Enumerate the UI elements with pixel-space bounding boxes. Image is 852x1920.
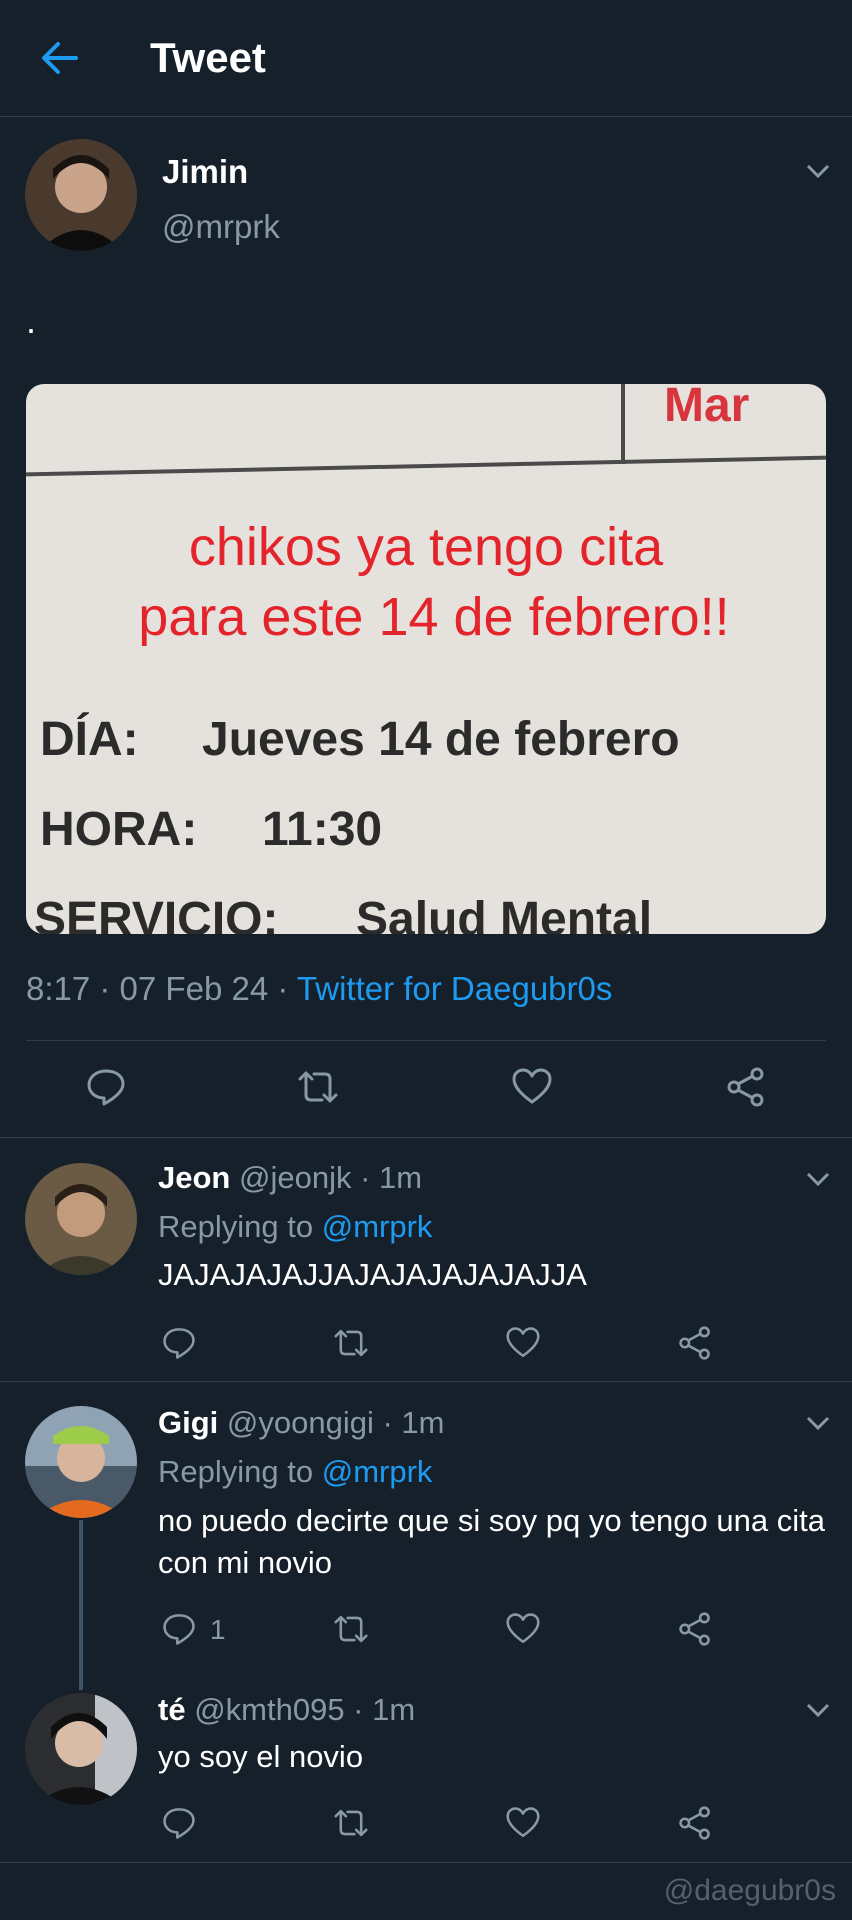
reply-header: Gigi @yoongigi · 1m bbox=[158, 1405, 444, 1441]
chevron-down-icon[interactable] bbox=[804, 1170, 832, 1188]
avatar[interactable] bbox=[25, 1406, 137, 1518]
retweet-icon[interactable] bbox=[332, 1806, 370, 1840]
reply-text: JAJAJAJAJJAJAJAJAJAJAJJA bbox=[158, 1257, 587, 1292]
tweet-timestamp: 8:17 · 07 Feb 24 · bbox=[26, 970, 297, 1007]
image-line bbox=[26, 455, 826, 477]
share-icon[interactable] bbox=[678, 1612, 712, 1646]
share-icon[interactable] bbox=[678, 1806, 712, 1840]
image-text: DÍA: bbox=[40, 713, 139, 766]
retweet-icon[interactable] bbox=[332, 1326, 370, 1360]
reply-count: 1 bbox=[210, 1614, 226, 1645]
top-bar: Tweet bbox=[0, 0, 852, 117]
reply-header: té @kmth095 · 1m bbox=[158, 1692, 415, 1728]
image-text: chikos ya tengo cita bbox=[188, 517, 664, 577]
reply-text: yo soy el novio bbox=[158, 1739, 364, 1774]
like-icon[interactable] bbox=[506, 1612, 540, 1646]
reply-icon[interactable] bbox=[162, 1806, 196, 1840]
reply-author-name[interactable]: Jeon bbox=[158, 1160, 230, 1195]
image-text: para este 14 de febrero!! bbox=[138, 587, 730, 647]
tweet-meta: 8:17 · 07 Feb 24 · Twitter for Daegubr0s bbox=[26, 970, 612, 1008]
tweet-source-link[interactable]: Twitter for Daegubr0s bbox=[297, 970, 612, 1007]
divider bbox=[26, 1040, 826, 1041]
back-arrow-icon[interactable] bbox=[36, 34, 84, 82]
watermark: @daegubr0s bbox=[663, 1874, 836, 1907]
divider bbox=[0, 1381, 852, 1382]
reply-author-name[interactable]: Gigi bbox=[158, 1405, 218, 1440]
like-icon[interactable] bbox=[506, 1326, 540, 1360]
mention-link[interactable]: @mrprk bbox=[322, 1209, 433, 1244]
reply-icon[interactable] bbox=[86, 1067, 126, 1107]
divider bbox=[0, 1862, 852, 1863]
like-icon[interactable] bbox=[512, 1067, 552, 1107]
replying-to-label: Replying to bbox=[158, 1454, 322, 1489]
retweet-icon[interactable] bbox=[332, 1612, 370, 1646]
image-line bbox=[621, 384, 625, 464]
retweet-icon[interactable] bbox=[296, 1067, 340, 1107]
thread-connector bbox=[79, 1520, 83, 1690]
reply-actions bbox=[0, 1320, 852, 1364]
share-icon[interactable] bbox=[726, 1067, 766, 1107]
reply-icon[interactable] bbox=[162, 1612, 196, 1646]
reply-header: Jeon @jeonjk · 1m bbox=[158, 1160, 422, 1196]
mention-link[interactable]: @mrprk bbox=[322, 1454, 433, 1489]
reply-handle-time: @yoongigi · 1m bbox=[226, 1405, 445, 1440]
author-name[interactable]: Jimin bbox=[162, 153, 248, 191]
replying-to: Replying to @mrprk bbox=[158, 1454, 432, 1490]
replying-to-label: Replying to bbox=[158, 1209, 322, 1244]
like-icon[interactable] bbox=[506, 1806, 540, 1840]
image-text: Salud Mental bbox=[356, 893, 653, 934]
avatar[interactable] bbox=[25, 1693, 137, 1805]
avatar[interactable] bbox=[25, 139, 137, 251]
tweet-text: . bbox=[26, 300, 37, 341]
reply-icon[interactable] bbox=[162, 1326, 196, 1360]
image-text: HORA: bbox=[40, 803, 198, 856]
avatar[interactable] bbox=[25, 1163, 137, 1275]
image-text: Jueves 14 de febrero bbox=[202, 713, 680, 766]
author-handle[interactable]: @mrprk bbox=[162, 208, 280, 246]
reply-author-name[interactable]: té bbox=[158, 1692, 186, 1727]
reply-handle-time: @kmth095 · 1m bbox=[194, 1692, 416, 1727]
reply-actions bbox=[0, 1800, 852, 1844]
replying-to: Replying to @mrprk bbox=[158, 1209, 432, 1245]
image-text: Mar bbox=[664, 384, 750, 432]
image-text: SERVICIO: bbox=[34, 893, 279, 934]
divider bbox=[0, 1137, 852, 1138]
tweet-actions bbox=[0, 1055, 852, 1119]
chevron-down-icon[interactable] bbox=[804, 162, 832, 180]
tweet-image[interactable]: Mar chikos ya tengo cita para este 14 de… bbox=[26, 384, 826, 934]
reply-handle-time: @jeonjk · 1m bbox=[238, 1160, 423, 1195]
reply-actions: 1 bbox=[0, 1606, 852, 1650]
chevron-down-icon[interactable] bbox=[804, 1701, 832, 1719]
reply-text: no puedo decirte que si soy pq yo tengo … bbox=[158, 1503, 825, 1580]
page-title: Tweet bbox=[150, 34, 266, 81]
share-icon[interactable] bbox=[678, 1326, 712, 1360]
chevron-down-icon[interactable] bbox=[804, 1414, 832, 1432]
image-text: 11:30 bbox=[262, 803, 383, 856]
